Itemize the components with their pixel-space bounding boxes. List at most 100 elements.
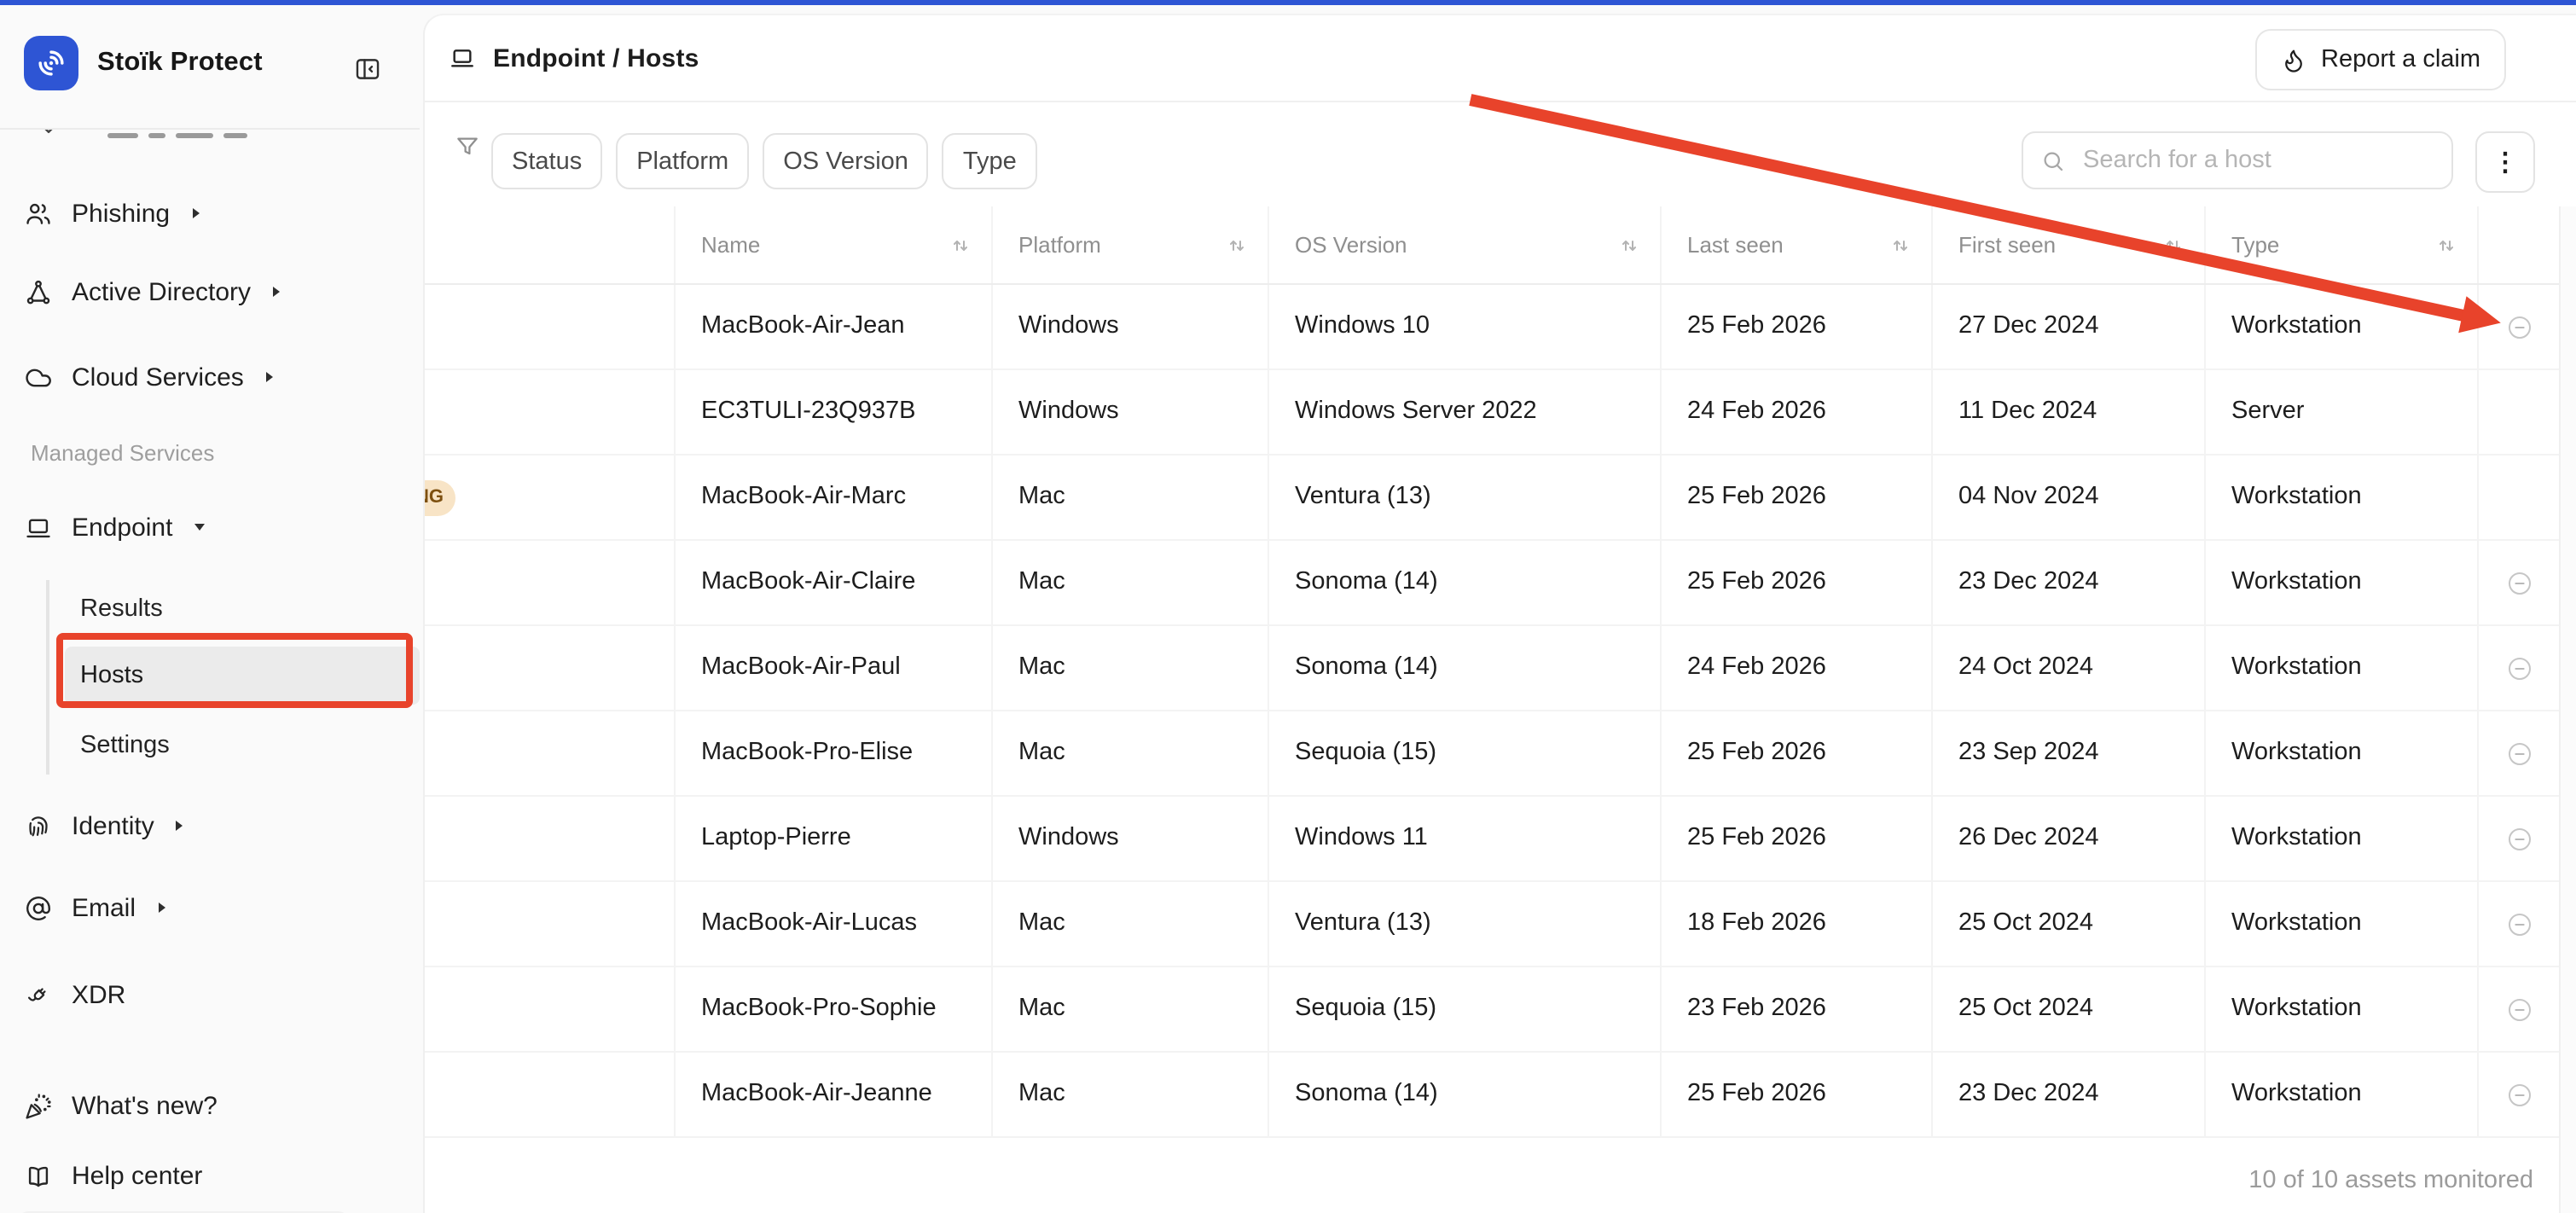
- cell-platform: Mac: [993, 967, 1269, 1053]
- stoik-logo-icon: [24, 36, 78, 90]
- remove-host-button[interactable]: [2479, 285, 2562, 370]
- table-row[interactable]: NGMacBook-Air-MarcMacVentura (13)25 Feb …: [425, 456, 2562, 541]
- cell-platform: Mac: [993, 882, 1269, 967]
- search-input[interactable]: [2080, 145, 2434, 176]
- remove-host-button[interactable]: [2479, 1053, 2562, 1138]
- cell-first-seen: 11 Dec 2024: [1933, 370, 2206, 456]
- sidebar-subitem-results[interactable]: Results: [80, 583, 163, 635]
- sidebar-item-label: Email: [72, 893, 136, 922]
- scrollbar-gutter[interactable]: [2559, 206, 2576, 1213]
- cell-status: [425, 285, 676, 370]
- cell-status: [425, 882, 676, 967]
- table-row[interactable]: MacBook-Pro-SophieMacSequoia (15)23 Feb …: [425, 967, 2562, 1053]
- sort-icon: [2436, 235, 2457, 255]
- page-header: Endpoint / Hosts Report a claim: [425, 15, 2576, 102]
- sidebar-item-help-center[interactable]: Help center: [24, 1150, 202, 1201]
- laptop-icon: [449, 44, 476, 72]
- collapse-sidebar-icon[interactable]: [353, 55, 382, 84]
- cell-status: [425, 626, 676, 711]
- table-row[interactable]: MacBook-Pro-EliseMacSequoia (15)25 Feb 2…: [425, 711, 2562, 797]
- column-header-platform[interactable]: Platform: [993, 206, 1269, 283]
- column-header-status-hidden: [425, 206, 676, 283]
- table-row[interactable]: EC3TULI-23Q937BWindowsWindows Server 202…: [425, 370, 2562, 456]
- sidebar-item-endpoint[interactable]: Endpoint: [24, 502, 205, 553]
- report-claim-button[interactable]: Report a claim: [2254, 29, 2506, 90]
- brand: Stoïk Protect: [24, 36, 263, 90]
- cell-type: Workstation: [2206, 1053, 2479, 1138]
- table-row[interactable]: MacBook-Air-PaulMacSonoma (14)24 Feb 202…: [425, 626, 2562, 711]
- cell-last-seen: 24 Feb 2026: [1662, 370, 1933, 456]
- remove-host-button[interactable]: [2479, 626, 2562, 711]
- cell-last-seen: 25 Feb 2026: [1662, 711, 1933, 797]
- remove-host-button[interactable]: [2479, 797, 2562, 882]
- sidebar-item-label: What's new?: [72, 1091, 218, 1120]
- cell-last-seen: 18 Feb 2026: [1662, 882, 1933, 967]
- table-row[interactable]: MacBook-Air-JeanWindowsWindows 1025 Feb …: [425, 285, 2562, 370]
- remove-host-button[interactable]: [2479, 882, 2562, 967]
- sort-icon: [1227, 235, 1247, 255]
- remove-host-button[interactable]: [2479, 541, 2562, 626]
- sidebar-item-whats-new[interactable]: What's new?: [24, 1080, 218, 1131]
- app-window: Stoïk Protect Phishing: [0, 0, 2576, 1213]
- sort-icon: [2163, 235, 2184, 255]
- column-header-name[interactable]: Name: [676, 206, 993, 283]
- sidebar-item-identity[interactable]: Identity: [24, 800, 183, 851]
- cell-os-version: Ventura (13): [1269, 456, 1662, 541]
- sidebar-item-cloud-services[interactable]: Cloud Services: [24, 351, 273, 403]
- cell-actions-empty: [2479, 456, 2562, 541]
- cell-first-seen: 04 Nov 2024: [1933, 456, 2206, 541]
- column-header-first-seen[interactable]: First seen: [1933, 206, 2206, 283]
- chevron-down-icon: [194, 524, 205, 531]
- cell-type: Workstation: [2206, 797, 2479, 882]
- cell-type: Workstation: [2206, 285, 2479, 370]
- sidebar-item-label: Active Directory: [72, 277, 251, 306]
- redacted-text-dash: [148, 133, 165, 137]
- cell-last-seen: 25 Feb 2026: [1662, 1053, 1933, 1138]
- sidebar-item-label: Endpoint: [72, 513, 172, 542]
- chevron-right-icon: [177, 821, 183, 831]
- cell-platform: Windows: [993, 797, 1269, 882]
- sidebar: Stoïk Protect Phishing: [0, 5, 420, 1213]
- column-header-last-seen[interactable]: Last seen: [1662, 206, 1933, 283]
- table-body: MacBook-Air-JeanWindowsWindows 1025 Feb …: [425, 285, 2562, 1138]
- cell-os-version: Ventura (13): [1269, 882, 1662, 967]
- sidebar-item-phishing[interactable]: Phishing: [24, 188, 199, 239]
- cell-name: MacBook-Air-Jean: [676, 285, 993, 370]
- cell-platform: Mac: [993, 626, 1269, 711]
- cell-first-seen: 23 Dec 2024: [1933, 1053, 2206, 1138]
- filter-button-type[interactable]: Type: [943, 133, 1037, 189]
- remove-host-icon: [2506, 825, 2533, 852]
- cell-type: Workstation: [2206, 456, 2479, 541]
- cell-type: Workstation: [2206, 967, 2479, 1053]
- sidebar-item-email[interactable]: Email: [24, 882, 165, 933]
- column-header-os-version[interactable]: OS Version: [1269, 206, 1662, 283]
- table-row[interactable]: MacBook-Air-JeanneMacSonoma (14)25 Feb 2…: [425, 1053, 2562, 1138]
- table-row[interactable]: MacBook-Air-ClaireMacSonoma (14)25 Feb 2…: [425, 541, 2562, 626]
- flame-icon: [2280, 47, 2306, 73]
- cell-os-version: Sequoia (15): [1269, 967, 1662, 1053]
- table-toolbar: StatusPlatformOS VersionType ⋮: [425, 101, 2576, 189]
- sidebar-subitem-hosts[interactable]: Hosts: [65, 647, 420, 705]
- sidebar-item-xdr[interactable]: XDR: [24, 969, 125, 1020]
- sort-icon: [950, 235, 971, 255]
- party-popper-icon: [24, 1091, 53, 1120]
- table-row[interactable]: MacBook-Air-LucasMacVentura (13)18 Feb 2…: [425, 882, 2562, 967]
- column-header-type[interactable]: Type: [2206, 206, 2479, 283]
- filter-button-os-version[interactable]: OS Version: [763, 133, 929, 189]
- filter-button-status[interactable]: Status: [491, 133, 602, 189]
- cell-os-version: Sonoma (14): [1269, 626, 1662, 711]
- cell-platform: Windows: [993, 370, 1269, 456]
- remove-host-button[interactable]: [2479, 967, 2562, 1053]
- filter-button-platform[interactable]: Platform: [616, 133, 749, 189]
- chevron-right-icon: [192, 208, 199, 218]
- table-row[interactable]: Laptop-PierreWindowsWindows 1125 Feb 202…: [425, 797, 2562, 882]
- app-title: Stoïk Protect: [97, 48, 263, 78]
- cell-actions-empty: [2479, 370, 2562, 456]
- sidebar-item-active-directory[interactable]: Active Directory: [24, 266, 280, 317]
- cell-last-seen: 23 Feb 2026: [1662, 967, 1933, 1053]
- sidebar-subitem-settings[interactable]: Settings: [80, 720, 170, 771]
- page-title: Endpoint / Hosts: [493, 44, 699, 73]
- column-header-actions-empty: [2479, 206, 2562, 283]
- table-menu-button[interactable]: ⋮: [2475, 131, 2535, 193]
- remove-host-button[interactable]: [2479, 711, 2562, 797]
